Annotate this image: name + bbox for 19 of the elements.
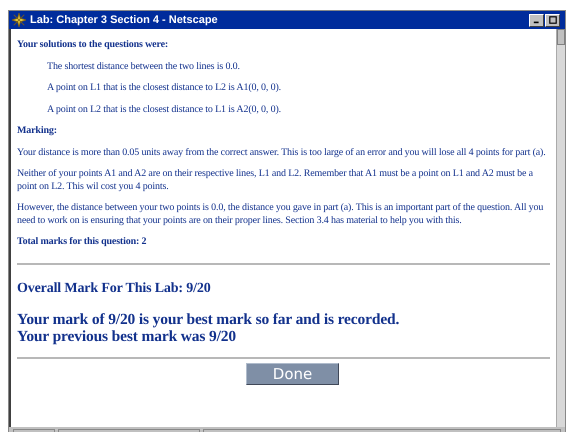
marking-paragraph: Neither of your points A1 and A2 are on their respective lines, L1 and L2. Remember that A1 must be a point on L1 and A2 must be a point on L2. This wil cost you 4 points. bbox=[17, 168, 534, 193]
solution-text: The shortest distance between the two lines is 0.0. bbox=[47, 60, 241, 73]
marking-paragraph: Your distance is more than 0.05 units away from the correct answer. This is too large of an error and you will lose all 4 points for part (a). bbox=[17, 146, 547, 159]
section-heading: Your solutions to the questions were: bbox=[17, 39, 170, 52]
maximize-button[interactable] bbox=[545, 14, 560, 26]
mark-message: Your mark of 9/20 is your best mark so far and is recorded. bbox=[17, 310, 400, 328]
section-heading: Marking: bbox=[17, 125, 58, 138]
minimize-button[interactable] bbox=[529, 14, 544, 26]
scrollbar[interactable] bbox=[556, 29, 565, 427]
maximize-icon bbox=[548, 16, 556, 24]
total-marks: Total marks for this question: 2 bbox=[17, 236, 148, 248]
mark-message: Your previous best mark was 9/20 bbox=[17, 328, 237, 344]
solution-text: A point on L1 that is the closest distance to L2 is A1(0, 0, 0). bbox=[47, 82, 282, 94]
star-icon bbox=[12, 13, 26, 27]
window-title: Lab: Chapter 3 Section 4 - Netscape bbox=[30, 14, 218, 26]
done-button[interactable]: Done bbox=[246, 362, 339, 384]
marking-paragraph: However, the distance between your two points is 0.0, the distance you gave in part (a). This is an important part of the question. All you need to work on is ensuring that your points are on their proper lines. Section 3.4 has material to help you with this. bbox=[17, 202, 544, 227]
solution-text: A point on L2 that is the closest distance to L1 is A2(0, 0, 0). bbox=[47, 104, 282, 116]
overall-mark: Overall Mark For This Lab: 9/20 bbox=[17, 280, 212, 296]
